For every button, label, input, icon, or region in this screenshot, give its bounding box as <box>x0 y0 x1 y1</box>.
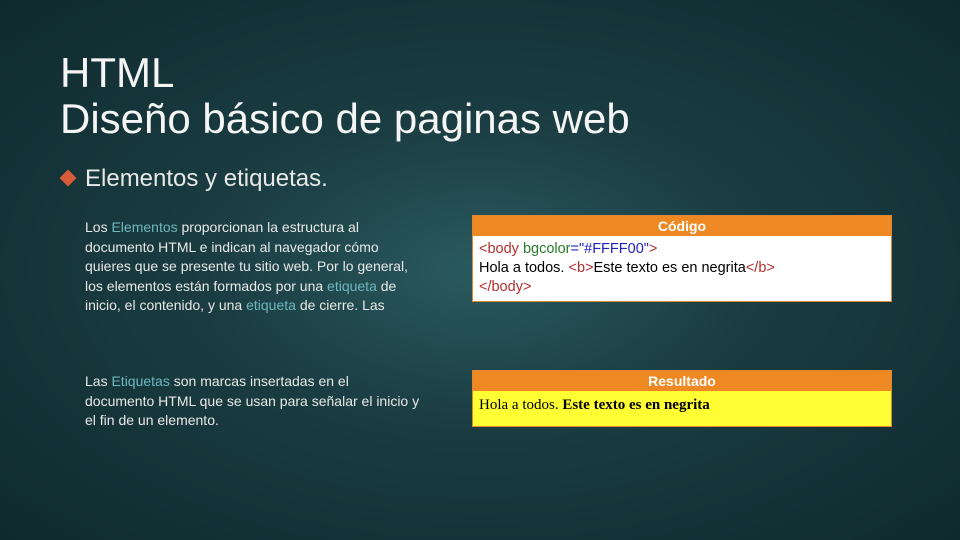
code-body: <body bgcolor="#FFFF00"> Hola a todos. <… <box>473 236 891 301</box>
slide-title: HTML Diseño básico de paginas web <box>60 50 630 142</box>
text: Las <box>85 373 111 389</box>
paragraph-etiquetas: Las Etiquetas son marcas insertadas en e… <box>85 372 420 431</box>
title-line-1: HTML <box>60 50 630 96</box>
text: Los <box>85 219 111 235</box>
code-example-box: Código <body bgcolor="#FFFF00"> Hola a t… <box>472 215 892 302</box>
result-bold-text: Este texto es en negrita <box>562 397 709 413</box>
subheading: Elementos y etiquetas. <box>85 165 328 193</box>
code-tag: <body <box>479 241 519 257</box>
code-header: Código <box>473 216 891 236</box>
code-text: Hola a todos. <box>479 260 568 276</box>
code-tag: > <box>649 241 657 257</box>
code-text: Este texto es en negrita <box>593 260 745 276</box>
result-box: Resultado Hola a todos. Este texto es en… <box>472 370 892 427</box>
bullet-diamond-icon <box>60 170 77 187</box>
code-tag: </body> <box>479 279 531 295</box>
code-tag: <b> <box>568 260 593 276</box>
result-body: Hola a todos. Este texto es en negrita <box>473 391 891 426</box>
paragraph-elementos: Los Elementos proporcionan la estructura… <box>85 218 420 316</box>
highlight-etiqueta: etiqueta <box>246 297 296 313</box>
result-text: Hola a todos. <box>479 397 562 413</box>
code-attr: bgcolor <box>519 241 571 257</box>
code-tag: </b> <box>746 260 775 276</box>
result-header: Resultado <box>473 371 891 391</box>
highlight-elementos: Elementos <box>111 219 177 235</box>
code-val: ="#FFFF00" <box>571 241 649 257</box>
text: de cierre. Las <box>296 297 385 313</box>
title-line-2: Diseño básico de paginas web <box>60 96 630 142</box>
highlight-etiquetas: Etiquetas <box>111 373 169 389</box>
highlight-etiqueta: etiqueta <box>327 278 377 294</box>
